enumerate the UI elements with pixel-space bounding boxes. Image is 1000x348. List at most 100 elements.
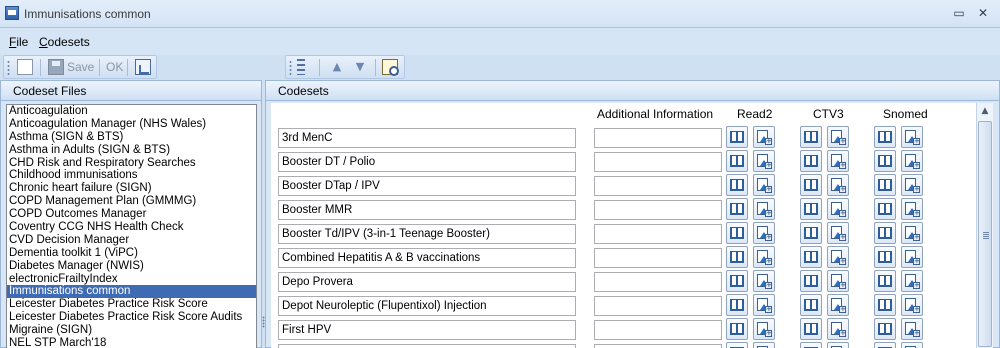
codeset-file-item[interactable]: Asthma in Adults (SIGN & BTS) [7,144,256,157]
read2-view-button[interactable] [726,342,748,348]
minimize-button[interactable]: ▭ [952,6,966,20]
additional-information-field[interactable] [594,152,722,172]
snomed-view-button[interactable] [874,198,896,220]
find-icon[interactable] [382,59,399,76]
snomed-view-button[interactable] [874,246,896,268]
codeset-name-field[interactable]: Booster DT / Polio [278,152,576,172]
read2-browse-button[interactable]: + [753,342,775,348]
snomed-browse-button[interactable]: + [901,198,923,220]
ctv3-view-button[interactable] [800,270,822,292]
ctv3-view-button[interactable] [800,294,822,316]
codeset-name-field[interactable]: Depo Provera [278,272,576,292]
report-icon[interactable] [135,59,151,75]
read2-browse-button[interactable]: + [753,150,775,172]
read2-view-button[interactable] [726,174,748,196]
vertical-scrollbar[interactable]: ▲ [976,103,993,348]
ctv3-view-button[interactable] [800,342,822,348]
close-button[interactable]: ✕ [976,6,990,20]
read2-view-button[interactable] [726,222,748,244]
codeset-file-item[interactable]: Coventry CCG NHS Health Check [7,221,256,234]
snomed-view-button[interactable] [874,270,896,292]
codeset-file-item[interactable]: Diabetes Manager (NWIS) [7,260,256,273]
codeset-file-item[interactable]: Leicester Diabetes Practice Risk Score A… [7,311,256,324]
ctv3-browse-button[interactable]: + [827,318,849,340]
ctv3-browse-button[interactable]: + [827,294,849,316]
snomed-browse-button[interactable]: + [901,246,923,268]
ok-button[interactable]: OK [106,58,123,77]
codeset-file-item[interactable]: Leicester Diabetes Practice Risk Score [7,298,256,311]
snomed-view-button[interactable] [874,294,896,316]
read2-view-button[interactable] [726,318,748,340]
codeset-name-field[interactable]: 3rd MenC [278,128,576,148]
snomed-browse-button[interactable]: + [901,174,923,196]
snomed-browse-button[interactable]: + [901,222,923,244]
read2-browse-button[interactable]: + [753,246,775,268]
ctv3-browse-button[interactable]: + [827,270,849,292]
toolbar-grip[interactable] [7,60,10,75]
codeset-file-item[interactable]: electronicFrailtyIndex [7,273,256,286]
toolbar-grip[interactable] [289,60,292,75]
codeset-name-field[interactable]: First HPV [278,320,576,340]
snomed-browse-button[interactable]: + [901,294,923,316]
codeset-file-item[interactable]: CHD Risk and Respiratory Searches [7,157,256,170]
read2-browse-button[interactable]: + [753,294,775,316]
codeset-name-field[interactable]: Booster MMR [278,200,576,220]
menu-file[interactable]: File [9,35,28,49]
read2-view-button[interactable] [726,198,748,220]
snomed-view-button[interactable] [874,318,896,340]
codeset-file-item[interactable]: Anticoagulation Manager (NHS Wales) [7,118,256,131]
codeset-file-item[interactable]: Anticoagulation [7,105,256,118]
read2-view-button[interactable] [726,270,748,292]
snomed-browse-button[interactable]: + [901,342,923,348]
ctv3-browse-button[interactable]: + [827,150,849,172]
move-up-icon[interactable]: ▲ [329,59,345,75]
ctv3-browse-button[interactable]: + [827,174,849,196]
ctv3-view-button[interactable] [800,318,822,340]
list-icon[interactable] [297,59,305,75]
ctv3-view-button[interactable] [800,126,822,148]
codeset-file-item[interactable]: Chronic heart failure (SIGN) [7,182,256,195]
ctv3-browse-button[interactable]: + [827,126,849,148]
codeset-file-item[interactable]: COPD Outcomes Manager [7,208,256,221]
read2-browse-button[interactable]: + [753,222,775,244]
read2-view-button[interactable] [726,294,748,316]
read2-browse-button[interactable]: + [753,126,775,148]
codeset-file-item[interactable]: Asthma (SIGN & BTS) [7,131,256,144]
additional-information-field[interactable] [594,272,722,292]
snomed-browse-button[interactable]: + [901,126,923,148]
codeset-file-item[interactable]: COPD Management Plan (GMMMG) [7,195,256,208]
ctv3-browse-button[interactable]: + [827,222,849,244]
codeset-name-field[interactable]: Depot Neuroleptic (Flupentixol) Injectio… [278,296,576,316]
codeset-file-item[interactable]: CVD Decision Manager [7,234,256,247]
codeset-file-item[interactable]: Dementia toolkit 1 (ViPC) [7,247,256,260]
additional-information-field[interactable] [594,344,722,348]
snomed-view-button[interactable] [874,342,896,348]
snomed-view-button[interactable] [874,174,896,196]
save-icon[interactable] [48,59,64,75]
ctv3-view-button[interactable] [800,150,822,172]
additional-information-field[interactable] [594,248,722,268]
save-button[interactable]: Save [67,58,94,77]
scroll-thumb[interactable] [978,121,992,347]
ctv3-browse-button[interactable]: + [827,246,849,268]
codeset-name-field[interactable]: Booster Td/IPV (3-in-1 Teenage Booster) [278,224,576,244]
codeset-files-list[interactable]: Anticoagulation Anticoagulation Manager (… [6,104,257,348]
menu-codesets[interactable]: Codesets [39,35,90,49]
additional-information-field[interactable] [594,224,722,244]
snomed-view-button[interactable] [874,222,896,244]
read2-browse-button[interactable]: + [753,270,775,292]
ctv3-view-button[interactable] [800,246,822,268]
additional-information-field[interactable] [594,320,722,340]
read2-view-button[interactable] [726,150,748,172]
snomed-view-button[interactable] [874,150,896,172]
ctv3-browse-button[interactable]: + [827,342,849,348]
snomed-browse-button[interactable]: + [901,270,923,292]
codeset-file-item[interactable]: NEL STP March'18 [7,337,256,348]
new-document-icon[interactable] [17,59,33,75]
read2-browse-button[interactable]: + [753,198,775,220]
read2-browse-button[interactable]: + [753,318,775,340]
ctv3-view-button[interactable] [800,222,822,244]
read2-view-button[interactable] [726,246,748,268]
ctv3-view-button[interactable] [800,174,822,196]
additional-information-field[interactable] [594,176,722,196]
